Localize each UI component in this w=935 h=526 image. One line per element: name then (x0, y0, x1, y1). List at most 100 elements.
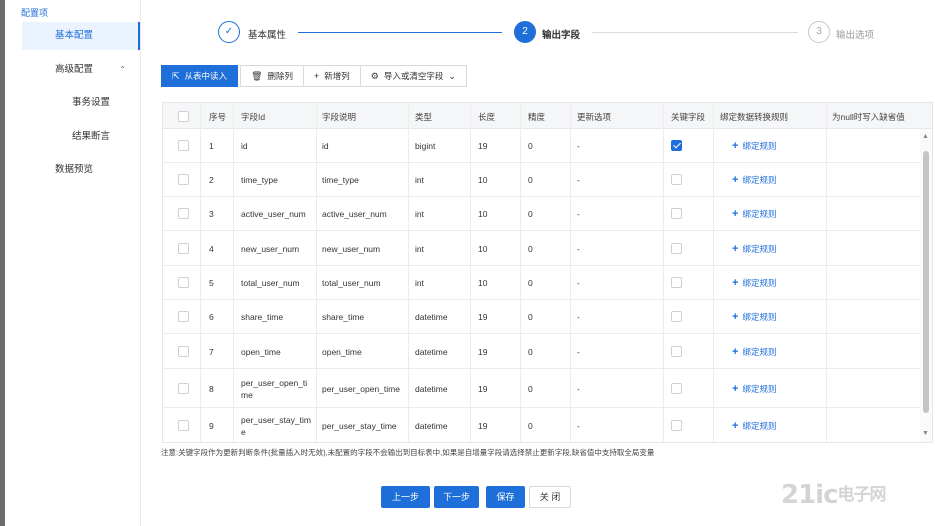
bind-rule-label: 绑定规则 (742, 346, 777, 357)
table-row[interactable]: 9 per_user_stay_time per_user_stay_time dat… (163, 408, 921, 442)
row-select-checkbox[interactable] (178, 277, 189, 288)
add-column-button[interactable]: + 新增列 (303, 65, 361, 87)
cell-precision: 0 (528, 175, 533, 185)
row-select-checkbox[interactable] (178, 140, 189, 151)
row-select-checkbox[interactable] (178, 382, 189, 394)
step-number-3: 3 (808, 21, 830, 43)
cell-description: id (322, 141, 329, 151)
import-icon: ⇱ (172, 70, 180, 81)
bind-rule-link[interactable]: + 绑定规则 (732, 277, 776, 289)
scroll-up-arrow-icon[interactable]: ▲ (922, 133, 929, 140)
cell-precision: 0 (528, 383, 533, 394)
cell-field-id: per_user_open_time (241, 377, 308, 400)
key-field-checkbox[interactable] (671, 420, 682, 431)
plus-icon: + (732, 242, 739, 255)
key-field-checkbox[interactable] (671, 382, 682, 394)
row-select-checkbox[interactable] (178, 345, 189, 357)
row-select-checkbox[interactable] (178, 420, 189, 431)
cell-description: per_user_stay_time (322, 421, 397, 431)
key-field-checkbox[interactable] (671, 208, 682, 219)
cell-field-id: total_user_num (241, 278, 300, 288)
delete-column-button[interactable]: 🗑 删除列 (240, 65, 305, 87)
import-or-clear-fields-dropdown[interactable]: ⚙ 导入或清空字段 ⌄ (359, 65, 467, 87)
sidebar-item-data-preview[interactable]: 数据预览 (22, 156, 140, 184)
step-label-output-options: 输出选项 (836, 30, 875, 41)
bind-rule-link[interactable]: + 绑定规则 (732, 140, 776, 152)
row-select-checkbox[interactable] (178, 174, 189, 185)
cell-type: datetime (415, 312, 448, 322)
bind-rule-link[interactable]: + 绑定规则 (732, 208, 776, 220)
column-header-type: 类型 (415, 112, 433, 122)
button-label: 新增列 (324, 71, 350, 81)
cell-field-id: per_user_stay_time (241, 415, 311, 437)
key-field-checkbox[interactable] (671, 242, 682, 254)
cell-update-option: - (577, 346, 580, 357)
table-row[interactable]: 5 total_user_num total_user_num int 10 0 - + 绑定规… (163, 266, 921, 300)
read-from-table-button[interactable]: ⇱ 从表中读入 (161, 65, 239, 87)
table-footnote: 注意:关键字段作为更新判断条件(批量插入时无效),未配置的字段不会输出到目标表中… (161, 448, 655, 457)
bind-rule-link[interactable]: + 绑定规则 (732, 243, 776, 255)
key-field-checkbox[interactable] (671, 345, 682, 357)
cell-field-id: share_time (241, 312, 284, 322)
scrollbar-thumb[interactable] (923, 151, 929, 413)
cell-update-option: - (577, 421, 580, 431)
table-row[interactable]: 1 id id bigint 19 0 - + 绑定规则 (163, 129, 921, 163)
cell-length: 19 (478, 346, 488, 357)
bind-rule-label: 绑定规则 (742, 278, 777, 288)
plus-icon: + (732, 382, 739, 395)
select-all-checkbox[interactable] (178, 111, 189, 122)
cell-description: new_user_num (322, 243, 381, 254)
step-done-check-icon: ✓ (218, 21, 240, 43)
column-header-null-default: 为null时写入缺省值 (832, 112, 905, 122)
cell-no: 1 (209, 141, 214, 151)
cell-type: int (415, 175, 424, 185)
step-connector (298, 32, 502, 33)
bind-rule-label: 绑定规则 (742, 421, 777, 431)
key-field-checkbox[interactable] (671, 311, 682, 322)
sidebar-item-advanced-config[interactable]: 高级配置 ⌃ (22, 56, 140, 84)
save-button[interactable]: 保存 (486, 486, 525, 508)
cell-field-id: id (241, 141, 248, 151)
cell-type: int (415, 243, 424, 254)
cell-description: total_user_num (322, 278, 381, 288)
cell-update-option: - (577, 312, 580, 322)
row-select-checkbox[interactable] (178, 311, 189, 322)
close-button[interactable]: 关 闭 (529, 486, 571, 508)
table-scrollbar[interactable]: ▲ ▼ (920, 129, 932, 442)
sidebar-item-result-assertion[interactable]: 结果断言 (22, 123, 140, 151)
sidebar-item-label: 结果断言 (72, 131, 111, 142)
trash-icon: 🗑 (251, 70, 263, 81)
chevron-up-icon: ⌃ (119, 65, 126, 74)
next-step-button[interactable]: 下一步 (434, 486, 479, 508)
row-select-checkbox[interactable] (178, 242, 189, 254)
row-select-checkbox[interactable] (178, 208, 189, 219)
column-header-bind-rule: 绑定数据转换规则 (720, 112, 789, 122)
table-row[interactable]: 6 share_time share_time datetime 19 0 - + 绑定规则 (163, 300, 921, 334)
scroll-down-arrow-icon[interactable]: ▼ (922, 430, 929, 437)
bind-rule-label: 绑定规则 (742, 243, 777, 254)
previous-step-button[interactable]: 上一步 (381, 486, 430, 508)
table-row[interactable]: 4 new_user_num new_user_num int 10 0 - + 绑定规则 (163, 231, 921, 266)
cell-no: 8 (209, 383, 214, 394)
table-row[interactable]: 8 per_user_open_time per_user_open_time dat… (163, 369, 921, 408)
key-field-checkbox[interactable] (671, 174, 682, 185)
column-header-length: 长度 (478, 112, 496, 122)
button-label: 导入或清空字段 (383, 71, 444, 81)
cell-type: datetime (415, 383, 448, 394)
table-row[interactable]: 3 active_user_num active_user_num int 10 0 - + 绑… (163, 197, 921, 231)
sidebar-item-transaction-settings[interactable]: 事务设置 (22, 89, 140, 117)
cell-no: 4 (209, 243, 214, 254)
button-label: 删除列 (267, 71, 294, 81)
sidebar-item-basic-config[interactable]: 基本配置 (22, 22, 140, 50)
bind-rule-link[interactable]: + 绑定规则 (732, 346, 776, 358)
key-field-checkbox[interactable] (671, 140, 682, 151)
table-row[interactable]: 7 open_time open_time datetime 19 0 - + 绑定规则 (163, 334, 921, 369)
cell-update-option: - (577, 175, 580, 185)
bind-rule-link[interactable]: + 绑定规则 (732, 311, 776, 323)
bind-rule-link[interactable]: + 绑定规则 (732, 174, 776, 186)
key-field-checkbox[interactable] (671, 277, 682, 288)
cell-length: 10 (478, 175, 488, 185)
table-row[interactable]: 2 time_type time_type int 10 0 - + 绑定规则 (163, 163, 921, 197)
bind-rule-link[interactable]: + 绑定规则 (732, 383, 776, 395)
bind-rule-link[interactable]: + 绑定规则 (732, 420, 776, 432)
